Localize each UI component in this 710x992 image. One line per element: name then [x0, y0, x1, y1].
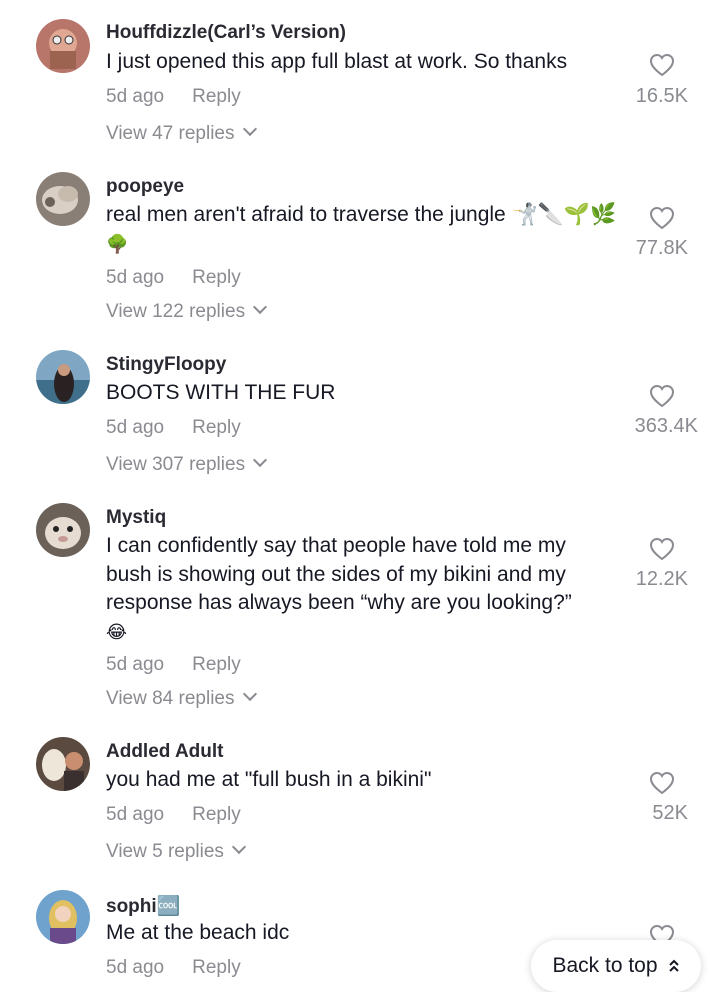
comment-username[interactable]: Houffdizzle(Carl’s Version) [106, 22, 346, 44]
chevron-down-icon [231, 839, 247, 855]
view-replies-label: View 122 replies [106, 301, 246, 322]
comment-username[interactable]: poopeye [106, 176, 184, 198]
comment-text-line: I just opened this app full blast at wor… [106, 50, 568, 73]
heart-outline-icon[interactable] [649, 771, 675, 795]
view-replies-button[interactable]: View 47 replies [106, 121, 257, 145]
comment-time: 5d ago [106, 654, 165, 675]
comment-text-line: bush is showing out the sides of my biki… [106, 562, 566, 586]
avatar[interactable] [36, 503, 90, 557]
heart-outline-icon[interactable] [649, 384, 675, 408]
reply-button[interactable]: Reply [192, 417, 241, 438]
view-replies-button[interactable]: View 122 replies [106, 299, 268, 323]
comment-time: 5d ago [106, 957, 165, 978]
chevron-down-icon [242, 121, 257, 137]
comment-text: real men aren't afraid to traverse the j… [106, 201, 617, 258]
comment-text-line: 😂 [106, 621, 128, 642]
comment-time: 5d ago [106, 804, 165, 825]
comment-meta: 5d ago Reply [106, 804, 241, 826]
comment-username[interactable]: StingyFloopy [106, 354, 226, 376]
comment-text-line: BOOTS WITH THE FUR [106, 381, 336, 404]
double-chevron-up-icon [668, 959, 680, 973]
avatar[interactable] [36, 350, 90, 404]
like-count: 77.8K [635, 237, 688, 259]
avatar[interactable] [36, 19, 90, 73]
reply-button[interactable]: Reply [192, 86, 241, 107]
view-replies-label: View 47 replies [106, 123, 235, 144]
avatar[interactable] [36, 890, 90, 944]
comment-text: you had me at "full bush in a bikini" [106, 766, 606, 795]
comment-username[interactable]: Mystiq [106, 507, 166, 529]
view-replies-button[interactable]: View 84 replies [106, 686, 257, 710]
reply-button[interactable]: Reply [192, 804, 241, 825]
chevron-down-icon [253, 299, 268, 315]
view-replies-button[interactable]: View 307 replies [106, 452, 268, 476]
reply-button[interactable]: Reply [192, 654, 241, 675]
reply-button[interactable]: Reply [192, 267, 241, 288]
comment-text: BOOTS WITH THE FUR [106, 379, 606, 408]
heart-outline-icon[interactable] [649, 206, 675, 230]
comment-text-line: I can confidently say that people have t… [106, 534, 566, 557]
chevron-down-icon [253, 452, 268, 468]
view-replies-label: View 84 replies [106, 688, 235, 709]
heart-outline-icon[interactable] [649, 537, 675, 561]
reply-button[interactable]: Reply [192, 957, 241, 978]
comment-text: I can confidently say that people have t… [106, 532, 606, 646]
avatar[interactable] [36, 172, 90, 226]
comment-time: 5d ago [106, 267, 165, 288]
comment-text: I just opened this app full blast at wor… [106, 48, 606, 77]
comment-meta: 5d ago Reply [106, 957, 241, 979]
like-count: 12.2K [635, 568, 688, 590]
comment-meta: 5d ago Reply [106, 654, 241, 676]
comment-text-line: response has always been “why are you lo… [106, 591, 572, 614]
comment-time: 5d ago [106, 86, 165, 107]
comment-text-line: Me at the beach idc [106, 921, 290, 944]
comment-meta: 5d ago Reply [106, 417, 241, 439]
view-replies-button[interactable]: View 5 replies [106, 839, 247, 863]
comment-username[interactable]: sophi🆒 [106, 894, 180, 918]
like-count: 16.5K [635, 85, 688, 107]
back-to-top-button[interactable]: Back to top [531, 940, 701, 992]
comment-text: Me at the beach idc [106, 919, 606, 948]
comment-text-line: you had me at "full bush in a bikini" [106, 768, 432, 791]
avatar[interactable] [36, 737, 90, 791]
view-replies-label: View 307 replies [106, 454, 246, 475]
view-replies-label: View 5 replies [106, 841, 224, 862]
comment-meta: 5d ago Reply [106, 86, 241, 108]
heart-outline-icon[interactable] [649, 53, 675, 77]
back-to-top-label: Back to top [552, 954, 658, 977]
chevron-down-icon [242, 686, 257, 702]
comment-username[interactable]: Addled Adult [106, 741, 224, 763]
comment-time: 5d ago [106, 417, 165, 438]
comment-text-line: 🌳 [106, 233, 129, 254]
like-count: 52K [652, 802, 688, 824]
comment-text-line: real men aren't afraid to traverse the j… [106, 203, 617, 226]
like-count: 363.4K [634, 415, 698, 437]
comment-meta: 5d ago Reply [106, 267, 241, 289]
